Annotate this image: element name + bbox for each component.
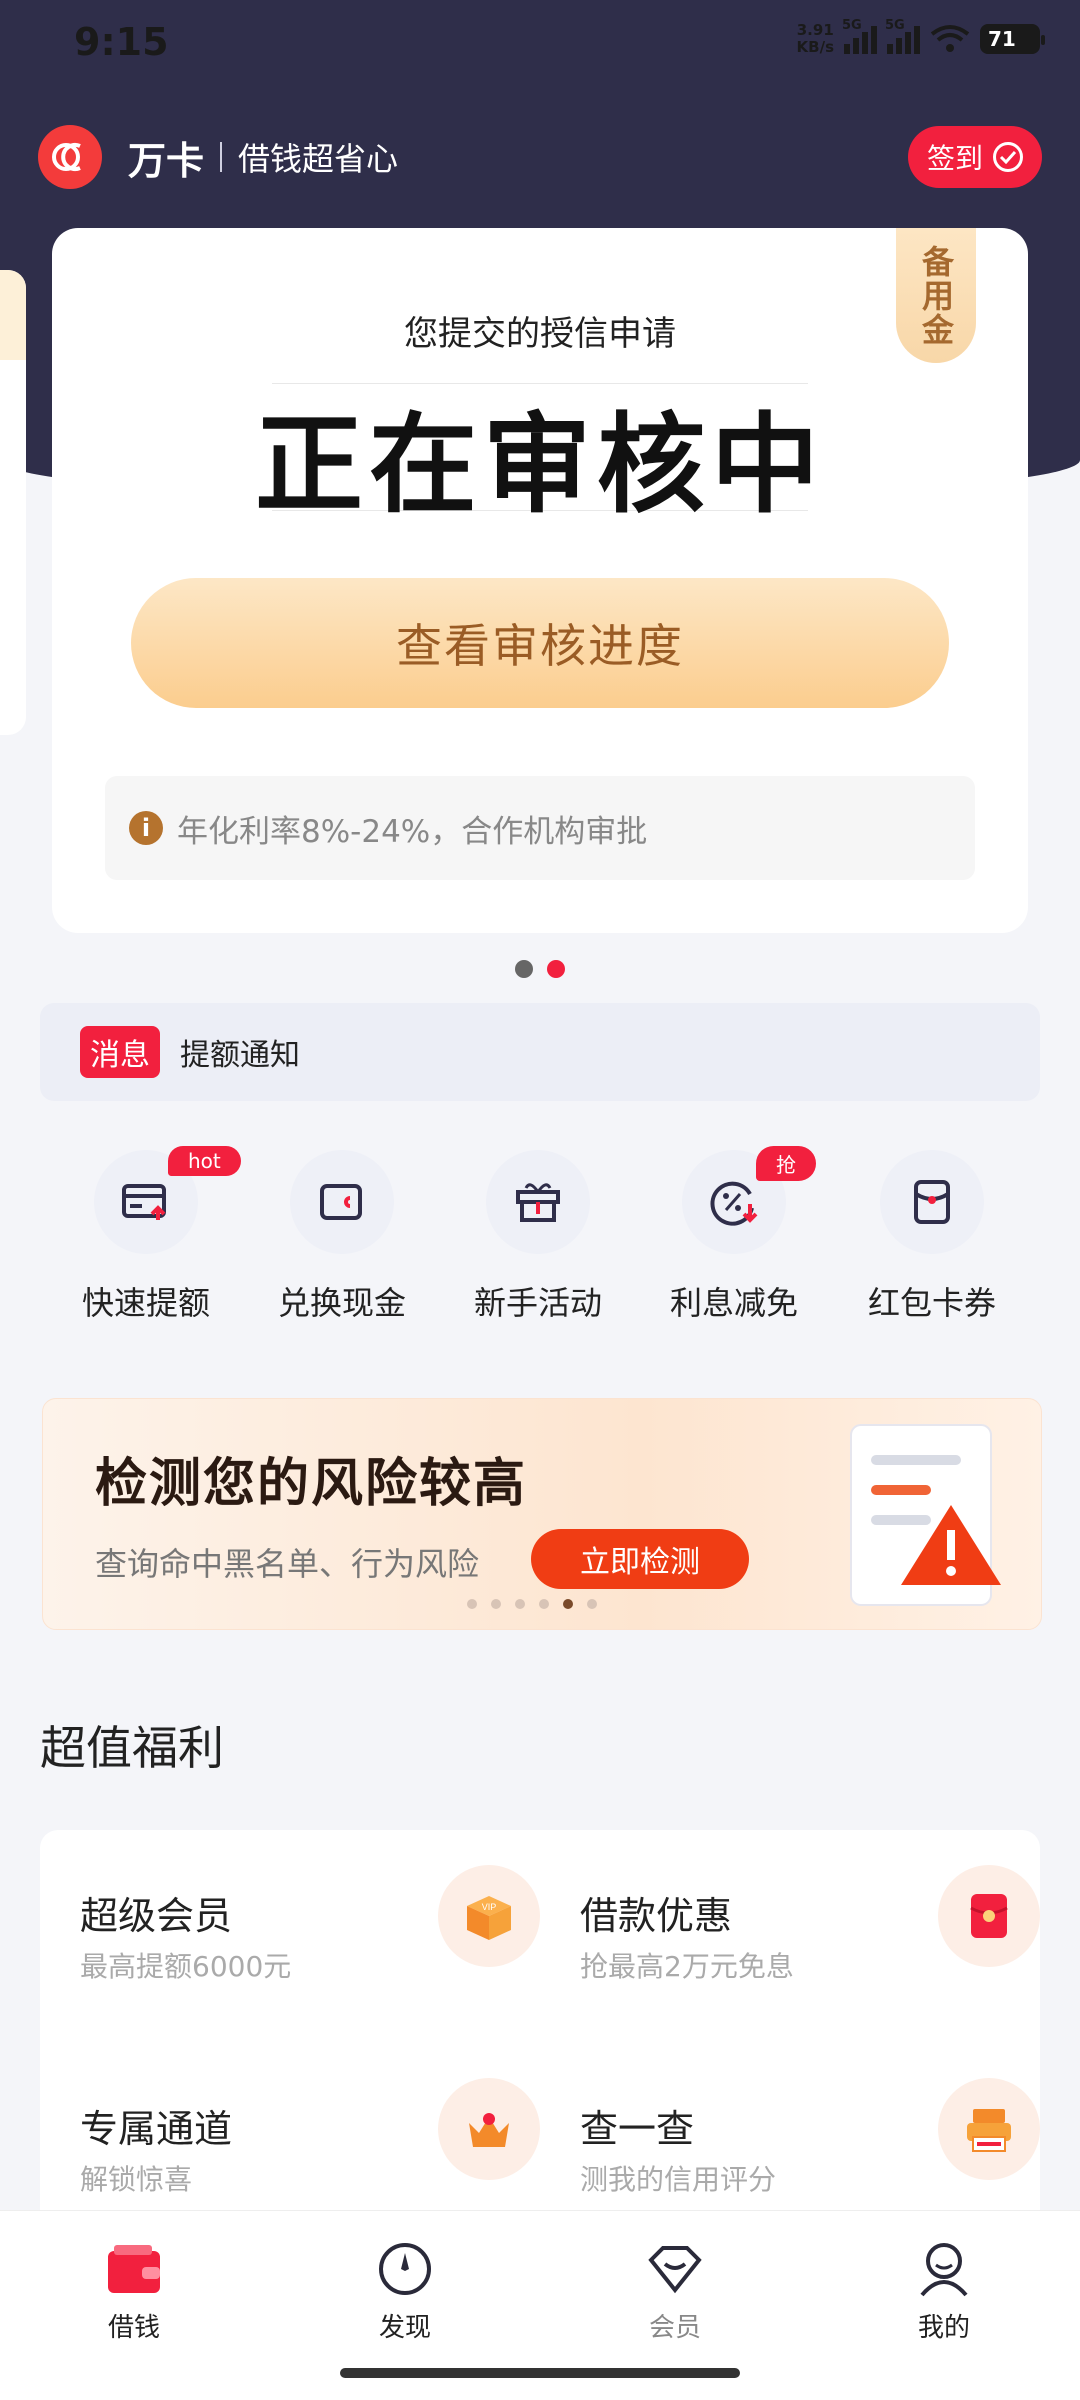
tab-label: 借钱: [107, 2313, 160, 2343]
banner-dot: [587, 1599, 597, 1609]
banner-title: 检测您的风险较高: [95, 1454, 528, 1514]
application-status-card: 备用金 您提交的授信申请 正在审核中 查看审核进度 i 年化利率8%-24%，合…: [52, 228, 1028, 933]
rate-note: i 年化利率8%-24%，合作机构审批: [105, 776, 975, 880]
rate-note-text: 年化利率8%-24%，合作机构审批: [177, 813, 648, 850]
message-text: 提额通知: [180, 1038, 300, 1073]
banner-dot: [491, 1599, 501, 1609]
quick-action-label: 利息减免: [669, 1284, 798, 1322]
banner-subtitle: 查询命中黑名单、行为风险: [95, 1545, 480, 1583]
hot-badge: hot: [168, 1146, 241, 1176]
banner-dot: [467, 1599, 477, 1609]
benefit-desc: 测我的信用评分: [580, 2163, 777, 2196]
status-bar: 9:15 3.91 KB/s 5G 5G 71: [0, 0, 1080, 90]
quick-actions: hot 快速提额 兑换现金 新手活动 抢 利息减免 红包卡券: [0, 1146, 1080, 1330]
benefit-loan-discount[interactable]: 借款优惠 抢最高2万元免息: [580, 1865, 1060, 2065]
home-indicator: [340, 2368, 740, 2378]
check-progress-button[interactable]: 查看审核进度: [131, 578, 949, 708]
wallet-icon: [104, 2239, 164, 2299]
card-subtitle: 您提交的授信申请: [404, 314, 676, 354]
gift-icon: [486, 1150, 590, 1254]
banner-dot: [539, 1599, 549, 1609]
banner-dot-active: [563, 1599, 573, 1609]
brand-slogan: 借钱超省心: [238, 140, 399, 178]
signal-icon-2: 5G: [885, 18, 920, 54]
crown-icon: [438, 2078, 540, 2180]
benefit-title: 查一查: [580, 2107, 695, 2151]
red-envelope-icon: [938, 1865, 1040, 1967]
benefit-desc: 抢最高2万元免息: [580, 1950, 794, 1983]
quick-action-label: 新手活动: [473, 1284, 602, 1322]
benefit-desc: 解锁惊喜: [80, 2163, 193, 2196]
quick-action-coupons[interactable]: 红包卡券: [842, 1150, 1022, 1324]
tab-borrow[interactable]: 借钱: [54, 2239, 214, 2344]
grab-badge: 抢: [756, 1146, 816, 1181]
brand-logo-icon: [38, 125, 102, 189]
status-time: 9:15: [74, 20, 169, 64]
tab-member[interactable]: 会员: [595, 2239, 755, 2344]
benefit-title: 借款优惠: [580, 1894, 733, 1938]
benefit-title: 专属通道: [80, 2107, 233, 2151]
tab-mine[interactable]: 我的: [864, 2239, 1024, 2344]
check-icon: [993, 142, 1023, 172]
review-status: 正在审核中: [254, 403, 825, 528]
tab-label: 会员: [648, 2313, 701, 2343]
brand-name: 万卡: [128, 138, 205, 183]
signal-icon: 5G: [842, 18, 877, 54]
carousel-dot-active[interactable]: [547, 960, 565, 978]
carousel-dot[interactable]: [515, 960, 533, 978]
info-icon: i: [129, 811, 163, 845]
battery-icon: 71: [980, 24, 1045, 54]
quick-action-raise-limit[interactable]: hot 快速提额: [56, 1146, 241, 1324]
tab-label: 发现: [378, 2313, 431, 2343]
net-speed: 3.91 KB/s: [796, 21, 834, 56]
user-icon: [914, 2239, 974, 2299]
raise-limit-icon: hot: [94, 1146, 241, 1254]
quick-action-label: 快速提额: [81, 1284, 210, 1322]
signin-button[interactable]: 签到: [908, 126, 1042, 188]
banner-dot: [515, 1599, 525, 1609]
vip-box-icon: VIP: [438, 1865, 540, 1967]
diamond-icon: [645, 2239, 705, 2299]
benefit-super-vip[interactable]: 超级会员 最高提额6000元 VIP: [80, 1865, 560, 2065]
banner-dots: [467, 1599, 597, 1609]
brand-divider: [220, 142, 223, 172]
tab-discover[interactable]: 发现: [325, 2239, 485, 2344]
credit-report-icon: [938, 2078, 1040, 2180]
section-title: 超值福利: [40, 1721, 224, 1775]
quick-action-exchange-cash[interactable]: 兑换现金: [252, 1150, 432, 1324]
message-bar[interactable]: 消息 提额通知: [40, 1003, 1040, 1101]
carousel-dots: [0, 960, 1080, 978]
benefit-title: 超级会员: [80, 1894, 233, 1938]
wallet-cash-icon: [290, 1150, 394, 1254]
compass-icon: [375, 2239, 435, 2299]
check-now-button[interactable]: 立即检测: [531, 1529, 749, 1589]
prev-card-peek[interactable]: [0, 270, 26, 735]
tab-label: 我的: [917, 2313, 970, 2343]
wifi-icon: [930, 25, 970, 52]
brand: 万卡 借钱超省心: [38, 125, 398, 189]
warning-document-icon: [850, 1424, 1001, 1606]
message-tag: 消息: [80, 1026, 160, 1078]
quick-action-label: 红包卡券: [867, 1284, 996, 1322]
discount-icon: 抢: [682, 1146, 816, 1254]
risk-check-banner[interactable]: 检测您的风险较高 查询命中黑名单、行为风险 立即检测: [42, 1398, 1042, 1630]
signin-label: 签到: [926, 142, 983, 175]
quick-action-newbie[interactable]: 新手活动: [448, 1150, 628, 1324]
quick-action-label: 兑换现金: [277, 1284, 406, 1322]
red-packet-icon: [880, 1150, 984, 1254]
quick-action-interest-relief[interactable]: 抢 利息减免: [644, 1146, 824, 1324]
benefit-desc: 最高提额6000元: [80, 1950, 292, 1983]
status-icons: 3.91 KB/s 5G 5G 71: [796, 18, 1045, 56]
svg-text:VIP: VIP: [482, 1902, 497, 1912]
